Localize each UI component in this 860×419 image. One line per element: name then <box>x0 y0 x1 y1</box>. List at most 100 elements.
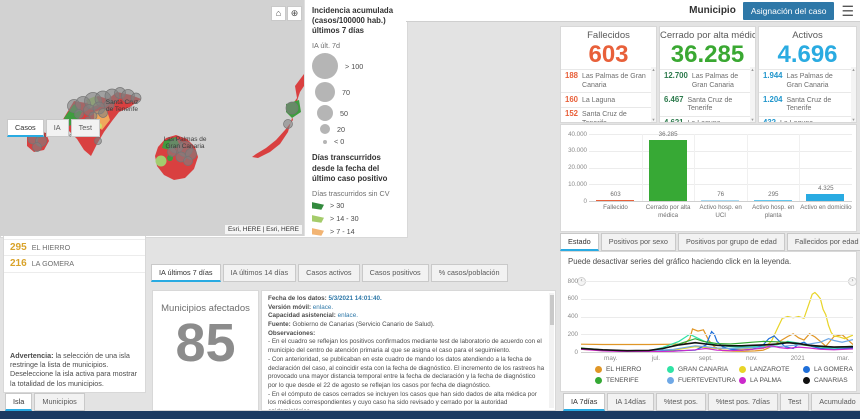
line-gridline <box>581 334 853 336</box>
version-link[interactable]: enlace. <box>313 304 333 311</box>
legend-days-swatch <box>312 228 324 236</box>
line-y-tick-label: 600 <box>567 295 578 303</box>
map-home-button[interactable]: ⌂ <box>271 6 286 21</box>
bar-4[interactable] <box>806 193 845 201</box>
bar-category-label: Activo hosp. en UCI <box>699 204 742 219</box>
stat-card-title: Activos <box>792 30 823 41</box>
stat-row-value: 152 <box>565 109 579 119</box>
tab-line-3[interactable]: %test pos. 7días <box>707 393 778 411</box>
legend-days-row: > 14 - 30 <box>312 214 399 223</box>
tab-map-0[interactable]: IA últimos 7 días <box>151 264 221 282</box>
legend-dot <box>739 377 746 384</box>
map-region-lightgreen[interactable] <box>155 155 167 167</box>
legend-item-la-gomera[interactable]: LA GOMERA <box>803 366 853 373</box>
map-legend-panel: Incidencia acumulada (casos/100000 hab.)… <box>304 0 406 236</box>
map-basemap-button[interactable]: ⊕ <box>287 6 302 21</box>
legend-size-subtitle: IA últ. 7d <box>312 41 340 51</box>
tab-positives-1[interactable]: IA <box>45 119 69 137</box>
tab-map-1[interactable]: IA últimos 14 días <box>222 264 297 282</box>
map-attribution: Esri, HERE | Esri, HERE <box>224 225 302 234</box>
line-y-tick-label: 0 <box>574 348 578 356</box>
legend-days-label: > 14 - 30 <box>330 213 359 223</box>
tab-bar-0[interactable]: Estado <box>560 233 599 251</box>
observaciones-bullets: - En el cuadro se reflejan los positivos… <box>268 338 545 410</box>
stat-card-scrollbar[interactable]: ▲ ▼ <box>651 67 656 122</box>
tab-line-1[interactable]: IA 14días <box>607 393 654 411</box>
bar-0[interactable] <box>596 200 634 201</box>
stat-card-row[interactable]: 6.467 Santa Cruz de Tenerife <box>660 92 755 116</box>
tab-bar-1[interactable]: Positivos por sexo <box>600 233 676 251</box>
tab-line-0[interactable]: IA 7días <box>563 393 606 411</box>
series-line-chart-panel: Puede desactivar series del gráfico haci… <box>560 251 857 392</box>
stat-card-row[interactable]: 1.944 Las Palmas de Gran Canaria <box>759 68 856 93</box>
assign-case-button[interactable]: Asignación del caso <box>742 1 835 20</box>
legend-size-circle <box>323 139 327 144</box>
tab-positives-2[interactable]: Test <box>70 119 100 137</box>
bar-gridline <box>589 201 852 202</box>
stat-card-0: Fallecidos 603 188 Las Palmas de Gran Canar… <box>560 26 657 123</box>
island-row[interactable]: 295 EL HIERRO <box>4 240 145 256</box>
legend-size-circle <box>315 82 335 103</box>
legend-item-el-hierro[interactable]: EL HIERRO <box>595 366 667 373</box>
legend-item-canarias[interactable]: CANARIAS <box>803 377 851 384</box>
island-municipio-tabs: Isla Municipios <box>5 393 85 411</box>
legend-name: EL HIERRO <box>606 366 642 373</box>
stat-card-row[interactable]: 160 La Laguna <box>561 92 656 107</box>
tab-left-1[interactable]: Municipios <box>34 393 85 411</box>
legend-item-lanzarote[interactable]: LANZAROTE <box>739 366 803 373</box>
line-chart-tabs: IA 7días IA 14días %test pos. %test pos. 7d… <box>563 393 860 411</box>
bar-y-tick-label: 0 <box>583 197 587 205</box>
island-value: 295 <box>10 241 27 253</box>
bar-slot: 4.325 Activo en domicilio <box>799 134 852 211</box>
positive-cases-tabs: Casos IA Test <box>7 119 100 137</box>
tab-map-2[interactable]: Casos activos <box>298 264 360 282</box>
legend-size-circle <box>320 124 330 135</box>
stat-row-value: 188 <box>565 71 579 81</box>
stat-card-row[interactable]: 152Santa Cruz de Tenerife <box>561 106 656 122</box>
stat-card-value: 603 <box>588 41 629 68</box>
map-canvas[interactable]: Guía de Isora Santa Cruzde Tenerife Las … <box>0 0 304 236</box>
tab-bar-2[interactable]: Positivos por grupo de edad <box>677 233 785 251</box>
legend-name: LA GOMERA <box>814 366 853 373</box>
stat-card-row[interactable]: 4.621 La Laguna <box>660 115 755 122</box>
tab-positives-0[interactable]: Casos <box>7 119 44 137</box>
tab-map-3[interactable]: Casos positivos <box>361 264 429 282</box>
info-scrollbar[interactable] <box>549 293 554 408</box>
legend-item-tenerife[interactable]: TENERIFE <box>595 377 667 384</box>
tab-line-2[interactable]: %test pos. <box>655 393 706 411</box>
bar-3[interactable] <box>753 200 792 201</box>
line-x-tick-label: mar. <box>836 355 850 362</box>
stat-card-row[interactable]: 12.700 Las Palmas de Gran Canaria <box>660 68 755 93</box>
stat-row-name: Santa Cruz de Tenerife <box>687 96 733 113</box>
bar-slot: 603 Fallecido <box>589 134 642 211</box>
map-island-fuerteventura[interactable] <box>252 74 304 158</box>
legend-dot <box>595 377 602 384</box>
stat-card-row[interactable]: 1.204 Santa Cruz de Tenerife <box>759 92 856 116</box>
legend-item-fuerteventura[interactable]: FUERTEVENTURA <box>667 377 739 384</box>
stat-row-value: 6.467 <box>664 94 684 104</box>
stat-row-name: Santa Cruz de Tenerife <box>582 111 627 122</box>
legend-size-label: 50 <box>340 108 348 118</box>
hamburger-menu-icon[interactable]: ☰ <box>841 4 854 18</box>
legend-size-label: 20 <box>337 124 345 134</box>
capacidad-link[interactable]: enlace. <box>338 312 358 319</box>
stat-card-scrollbar[interactable]: ▲ ▼ <box>750 67 755 122</box>
line-gridline <box>581 352 853 353</box>
island-row[interactable]: 216 LA GOMERA <box>4 256 145 273</box>
bar-slot: 36.285 Cerrado por alta médica <box>642 131 695 219</box>
tab-line-5[interactable]: Acumulado <box>811 393 860 411</box>
stat-row-name: La Laguna <box>688 120 721 122</box>
tab-map-4[interactable]: % casos/población <box>430 264 508 282</box>
stat-card-scrollbar[interactable]: ▲ ▼ <box>851 67 856 122</box>
legend-item-la-palma[interactable]: LA PALMA <box>739 377 803 384</box>
tab-bar-3[interactable]: Fallecidos por edad y sexo <box>786 233 860 251</box>
bar-2[interactable] <box>701 200 740 201</box>
legend-item-gran-canaria[interactable]: GRAN CANARIA <box>667 366 739 373</box>
bar-1[interactable] <box>648 140 687 201</box>
tab-line-4[interactable]: Test <box>779 393 810 411</box>
tab-left-0[interactable]: Isla <box>5 393 33 411</box>
stat-card-row[interactable]: 432La Laguna <box>759 115 856 122</box>
legend-size-label: > 100 <box>345 61 364 71</box>
line-chart-plot: ‹ › 8006004002000may.jul.sept.nov.2021ma… <box>561 277 858 362</box>
stat-card-row[interactable]: 188 Las Palmas de Gran Canaria <box>561 68 656 93</box>
